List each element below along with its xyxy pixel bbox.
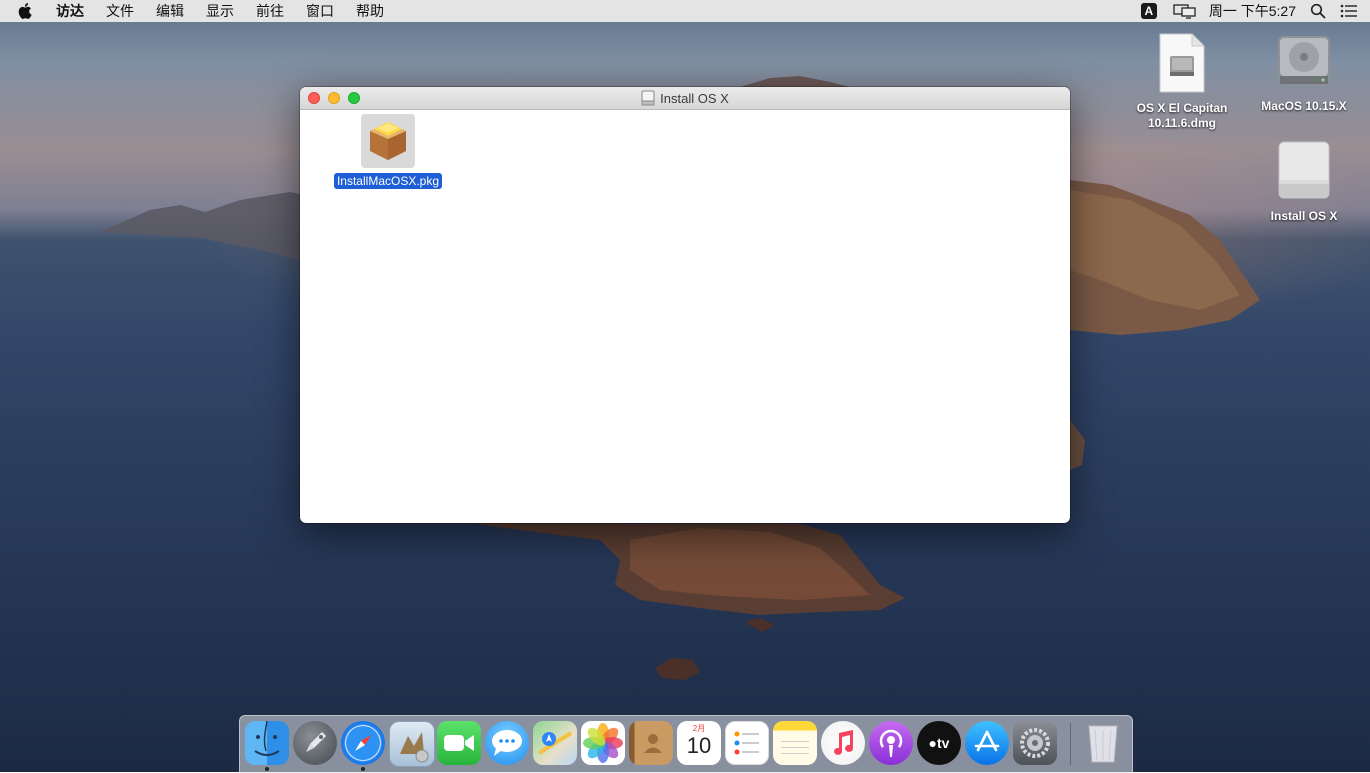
desktop-icon-dmg[interactable]: OS X El Capitan 10.11.6.dmg bbox=[1127, 32, 1237, 131]
menu-bar: 访达 文件 编辑 显示 前往 窗口 帮助 A 周一 下午5:27 bbox=[0, 0, 1370, 22]
maps-icon[interactable] bbox=[533, 721, 577, 765]
window-title-text: Install OS X bbox=[660, 90, 729, 106]
apple-logo-icon[interactable] bbox=[18, 3, 38, 19]
mail-icon[interactable] bbox=[389, 721, 435, 767]
finder-content-area[interactable]: InstallMacOSX.pkg bbox=[300, 110, 1070, 523]
spotlight-search-icon[interactable] bbox=[1310, 3, 1326, 19]
music-icon[interactable] bbox=[821, 721, 865, 765]
dmg-label-line1: OS X El Capitan bbox=[1136, 101, 1228, 115]
tv-label: ●tv bbox=[928, 735, 950, 751]
desktop-icon-macos-drive[interactable]: MacOS 10.15.X bbox=[1249, 32, 1359, 114]
podcasts-icon[interactable] bbox=[869, 721, 913, 765]
dock: 2月 10 ●tv bbox=[239, 715, 1133, 773]
reminders-icon[interactable] bbox=[725, 721, 769, 765]
dmg-file-icon bbox=[1158, 32, 1206, 97]
dock-separator bbox=[1070, 723, 1071, 765]
package-icon bbox=[361, 114, 415, 168]
messages-icon[interactable] bbox=[485, 721, 529, 765]
calendar-icon[interactable]: 2月 10 bbox=[677, 721, 721, 765]
desktop-icon-macos-label: MacOS 10.15.X bbox=[1261, 99, 1347, 113]
menu-file[interactable]: 文件 bbox=[95, 0, 145, 22]
app-store-icon[interactable] bbox=[965, 721, 1009, 765]
airplay-display-icon[interactable] bbox=[1173, 3, 1197, 19]
drive-mini-icon bbox=[641, 90, 655, 106]
desktop-icon-install-label: Install OS X bbox=[1270, 209, 1338, 223]
menu-extras: A 周一 下午5:27 bbox=[1140, 0, 1370, 22]
window-titlebar[interactable]: Install OS X bbox=[300, 87, 1070, 110]
menu-window[interactable]: 窗口 bbox=[295, 0, 345, 22]
menu-help[interactable]: 帮助 bbox=[345, 0, 395, 22]
menu-go[interactable]: 前往 bbox=[245, 0, 295, 22]
menubar-clock[interactable]: 周一 下午5:27 bbox=[1209, 1, 1296, 21]
finder-running-indicator bbox=[265, 767, 269, 771]
launchpad-icon[interactable] bbox=[293, 721, 337, 765]
hard-drive-icon bbox=[1275, 32, 1333, 95]
external-drive-icon bbox=[1276, 140, 1332, 205]
notification-center-icon[interactable] bbox=[1340, 4, 1358, 18]
desktop-icon-install-drive[interactable]: Install OS X bbox=[1249, 140, 1359, 224]
finder-window[interactable]: Install OS X InstallMacOSX.pkg bbox=[300, 87, 1070, 523]
safari-running-indicator bbox=[361, 767, 365, 771]
trash-icon[interactable] bbox=[1081, 721, 1125, 765]
finder-icon[interactable] bbox=[245, 721, 289, 765]
facetime-icon[interactable] bbox=[437, 721, 481, 765]
menu-edit[interactable]: 编辑 bbox=[145, 0, 195, 22]
dmg-label-line2: 10.11.6.dmg bbox=[1147, 116, 1217, 130]
contacts-icon[interactable] bbox=[629, 721, 673, 765]
input-method-indicator[interactable]: A bbox=[1140, 3, 1157, 19]
menu-finder[interactable]: 访达 bbox=[52, 0, 95, 22]
file-item-installmacosx[interactable]: InstallMacOSX.pkg bbox=[330, 114, 446, 189]
safari-icon[interactable] bbox=[341, 721, 385, 765]
system-preferences-icon[interactable] bbox=[1013, 721, 1057, 765]
desktop-icon-dmg-label: OS X El Capitan 10.11.6.dmg bbox=[1137, 101, 1228, 131]
photos-icon[interactable] bbox=[581, 721, 625, 765]
menu-view[interactable]: 显示 bbox=[195, 0, 245, 22]
calendar-day: 10 bbox=[686, 733, 712, 758]
notes-icon[interactable] bbox=[773, 721, 817, 765]
tv-icon[interactable]: ●tv bbox=[917, 721, 961, 765]
calendar-month: 2月 bbox=[692, 724, 706, 733]
file-name-label[interactable]: InstallMacOSX.pkg bbox=[333, 173, 443, 189]
window-title: Install OS X bbox=[300, 87, 1070, 109]
